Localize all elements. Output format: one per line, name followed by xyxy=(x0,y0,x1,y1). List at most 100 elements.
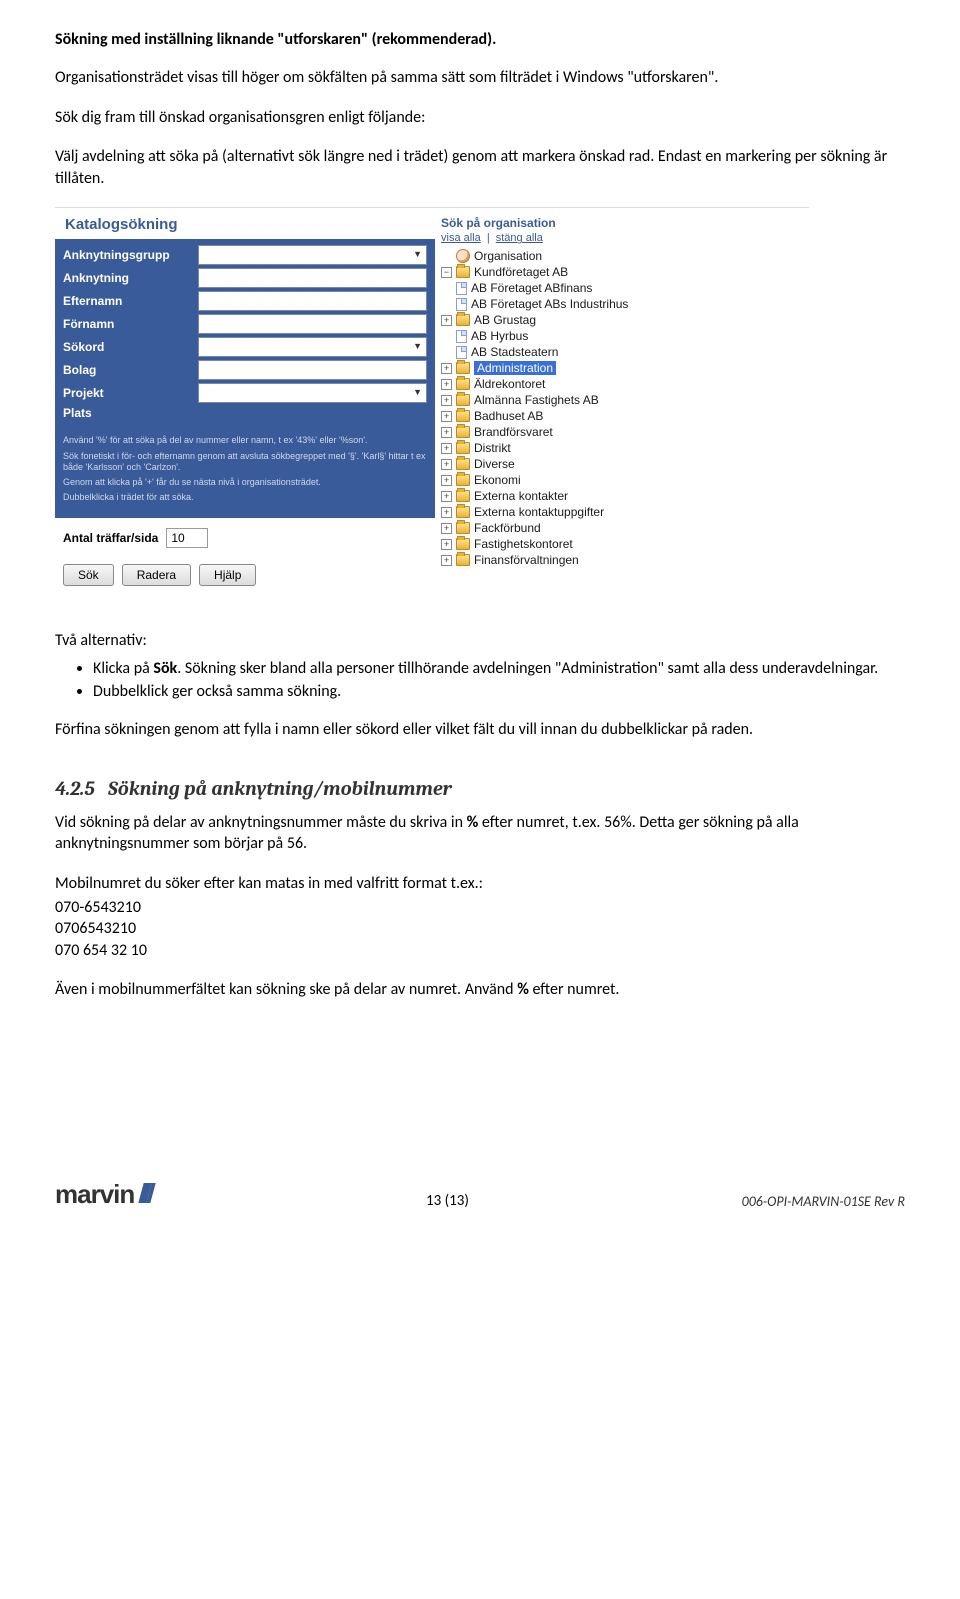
tree-heading: Sök på organisation xyxy=(441,216,803,230)
folder-icon xyxy=(456,394,470,406)
folder-icon xyxy=(456,458,470,470)
tip-1: Använd '%' för att söka på del av nummer… xyxy=(63,435,427,446)
tree-node-kund[interactable]: −Kundföretaget AB xyxy=(441,264,803,280)
folder-icon xyxy=(456,474,470,486)
link-separator: | xyxy=(487,232,490,244)
expand-icon[interactable]: + xyxy=(441,395,452,406)
section-p2: Mobilnumret du söker efter kan matas in … xyxy=(55,873,905,895)
tree-node[interactable]: +Brandförsvaret xyxy=(441,424,803,440)
select-projekt[interactable] xyxy=(198,383,427,403)
org-icon xyxy=(456,249,470,263)
tree-node[interactable]: AB Företaget ABfinans xyxy=(441,280,803,296)
page-footer: marvin 13 (13) 006-OPI-MARVIN-01SE Rev R xyxy=(0,1179,960,1228)
tree-node[interactable]: +Externa kontakter xyxy=(441,488,803,504)
tree-node[interactable]: +Äldrekontoret xyxy=(441,376,803,392)
expand-icon[interactable]: + xyxy=(441,411,452,422)
folder-icon xyxy=(456,538,470,550)
tip-4: Dubbelklicka i trädet för att söka. xyxy=(63,492,427,503)
search-tips: Använd '%' för att söka på del av nummer… xyxy=(55,430,435,517)
expand-icon[interactable]: + xyxy=(441,459,452,470)
expand-icon[interactable]: + xyxy=(441,427,452,438)
label-plats: Plats xyxy=(63,406,198,420)
hjalp-button[interactable]: Hjälp xyxy=(199,564,256,586)
panel-title: Katalogsökning xyxy=(55,208,435,239)
search-form-panel: Katalogsökning Anknytningsgrupp Anknytni… xyxy=(55,208,435,599)
folder-icon xyxy=(456,410,470,422)
tree-node[interactable]: +Badhuset AB xyxy=(441,408,803,424)
tree-node[interactable]: +Externa kontaktuppgifter xyxy=(441,504,803,520)
radera-button[interactable]: Radera xyxy=(122,564,191,586)
section-p3: Även i mobilnummerfältet kan sökning ske… xyxy=(55,979,905,1001)
label-efternamn: Efternamn xyxy=(63,294,198,308)
tree-node-administration[interactable]: +Administration xyxy=(441,360,803,376)
input-fornamn[interactable] xyxy=(198,314,427,334)
tip-2: Sök fonetiskt i för- och efternamn genom… xyxy=(63,451,427,474)
label-projekt: Projekt xyxy=(63,386,198,400)
stang-alla-link[interactable]: stäng alla xyxy=(496,232,543,244)
expand-icon[interactable]: + xyxy=(441,363,452,374)
hits-input[interactable] xyxy=(166,528,208,548)
collapse-icon[interactable]: − xyxy=(441,267,452,278)
org-tree: Organisation −Kundföretaget AB AB Företa… xyxy=(441,248,803,568)
logo: marvin xyxy=(55,1179,153,1210)
tree-node[interactable]: +Diverse xyxy=(441,456,803,472)
tip-3: Genom att klicka på '+' får du se nästa … xyxy=(63,477,427,488)
tree-node[interactable]: +AB Grustag xyxy=(441,312,803,328)
folder-icon xyxy=(456,362,470,374)
alternatives-list: Klicka på Sök. Sökning sker bland alla p… xyxy=(75,659,905,701)
page-icon xyxy=(456,346,467,359)
expand-icon[interactable]: + xyxy=(441,555,452,566)
expand-icon[interactable]: + xyxy=(441,539,452,550)
tree-node[interactable]: AB Stadsteatern xyxy=(441,344,803,360)
folder-icon xyxy=(456,506,470,518)
mob-ex-3: 070 654 32 10 xyxy=(55,940,905,962)
logo-mark-icon xyxy=(139,1183,156,1203)
tree-node[interactable]: +Ekonomi xyxy=(441,472,803,488)
folder-icon xyxy=(456,426,470,438)
expand-icon[interactable]: + xyxy=(441,507,452,518)
tree-node[interactable]: +Fastighetskontoret xyxy=(441,536,803,552)
tree-node[interactable]: AB Hyrbus xyxy=(441,328,803,344)
hits-label: Antal träffar/sida xyxy=(63,531,158,545)
expand-icon[interactable]: + xyxy=(441,443,452,454)
page-icon xyxy=(456,298,467,311)
expand-icon[interactable]: + xyxy=(441,523,452,534)
label-bolag: Bolag xyxy=(63,363,198,377)
mobile-examples: 070-6543210 0706543210 070 654 32 10 xyxy=(55,897,905,962)
expand-icon[interactable]: + xyxy=(441,379,452,390)
tree-node[interactable]: +Almänna Fastighets AB xyxy=(441,392,803,408)
expand-icon[interactable]: + xyxy=(441,315,452,326)
label-sokord: Sökord xyxy=(63,340,198,354)
refine-paragraph: Förfina sökningen genom att fylla i namn… xyxy=(55,719,905,741)
input-anknytning[interactable] xyxy=(198,268,427,288)
page-icon xyxy=(456,282,467,295)
org-tree-panel: Sök på organisation visa alla | stäng al… xyxy=(435,208,809,599)
folder-icon xyxy=(456,378,470,390)
folder-icon xyxy=(456,554,470,566)
page-icon xyxy=(456,330,467,343)
doc-reference: 006-OPI-MARVIN-01SE Rev R xyxy=(742,1193,905,1210)
label-fornamn: Förnamn xyxy=(63,317,198,331)
alternatives-intro: Två alternativ: xyxy=(55,630,905,652)
folder-icon xyxy=(456,442,470,454)
tree-node[interactable]: AB Företaget ABs Industrihus xyxy=(441,296,803,312)
input-bolag[interactable] xyxy=(198,360,427,380)
tree-node-root[interactable]: Organisation xyxy=(441,248,803,264)
expand-icon[interactable]: + xyxy=(441,475,452,486)
folder-icon xyxy=(456,314,470,326)
folder-icon xyxy=(456,266,470,278)
select-sokord[interactable] xyxy=(198,337,427,357)
bullet-1: Klicka på Sök. Sökning sker bland alla p… xyxy=(93,659,905,678)
expand-icon[interactable]: + xyxy=(441,491,452,502)
sok-button[interactable]: Sök xyxy=(63,564,114,586)
select-anknytningsgrupp[interactable] xyxy=(198,245,427,265)
folder-icon xyxy=(456,522,470,534)
section-heading: 4.2.5 Sökning på anknytning/mobilnummer xyxy=(55,777,905,800)
section-p1: Vid sökning på delar av anknytningsnumme… xyxy=(55,812,905,855)
tree-node[interactable]: +Fackförbund xyxy=(441,520,803,536)
tree-node[interactable]: +Finansförvaltningen xyxy=(441,552,803,568)
bullet-2: Dubbelklick ger också samma sökning. xyxy=(93,682,905,701)
tree-node[interactable]: +Distrikt xyxy=(441,440,803,456)
input-efternamn[interactable] xyxy=(198,291,427,311)
visa-alla-link[interactable]: visa alla xyxy=(441,232,481,244)
